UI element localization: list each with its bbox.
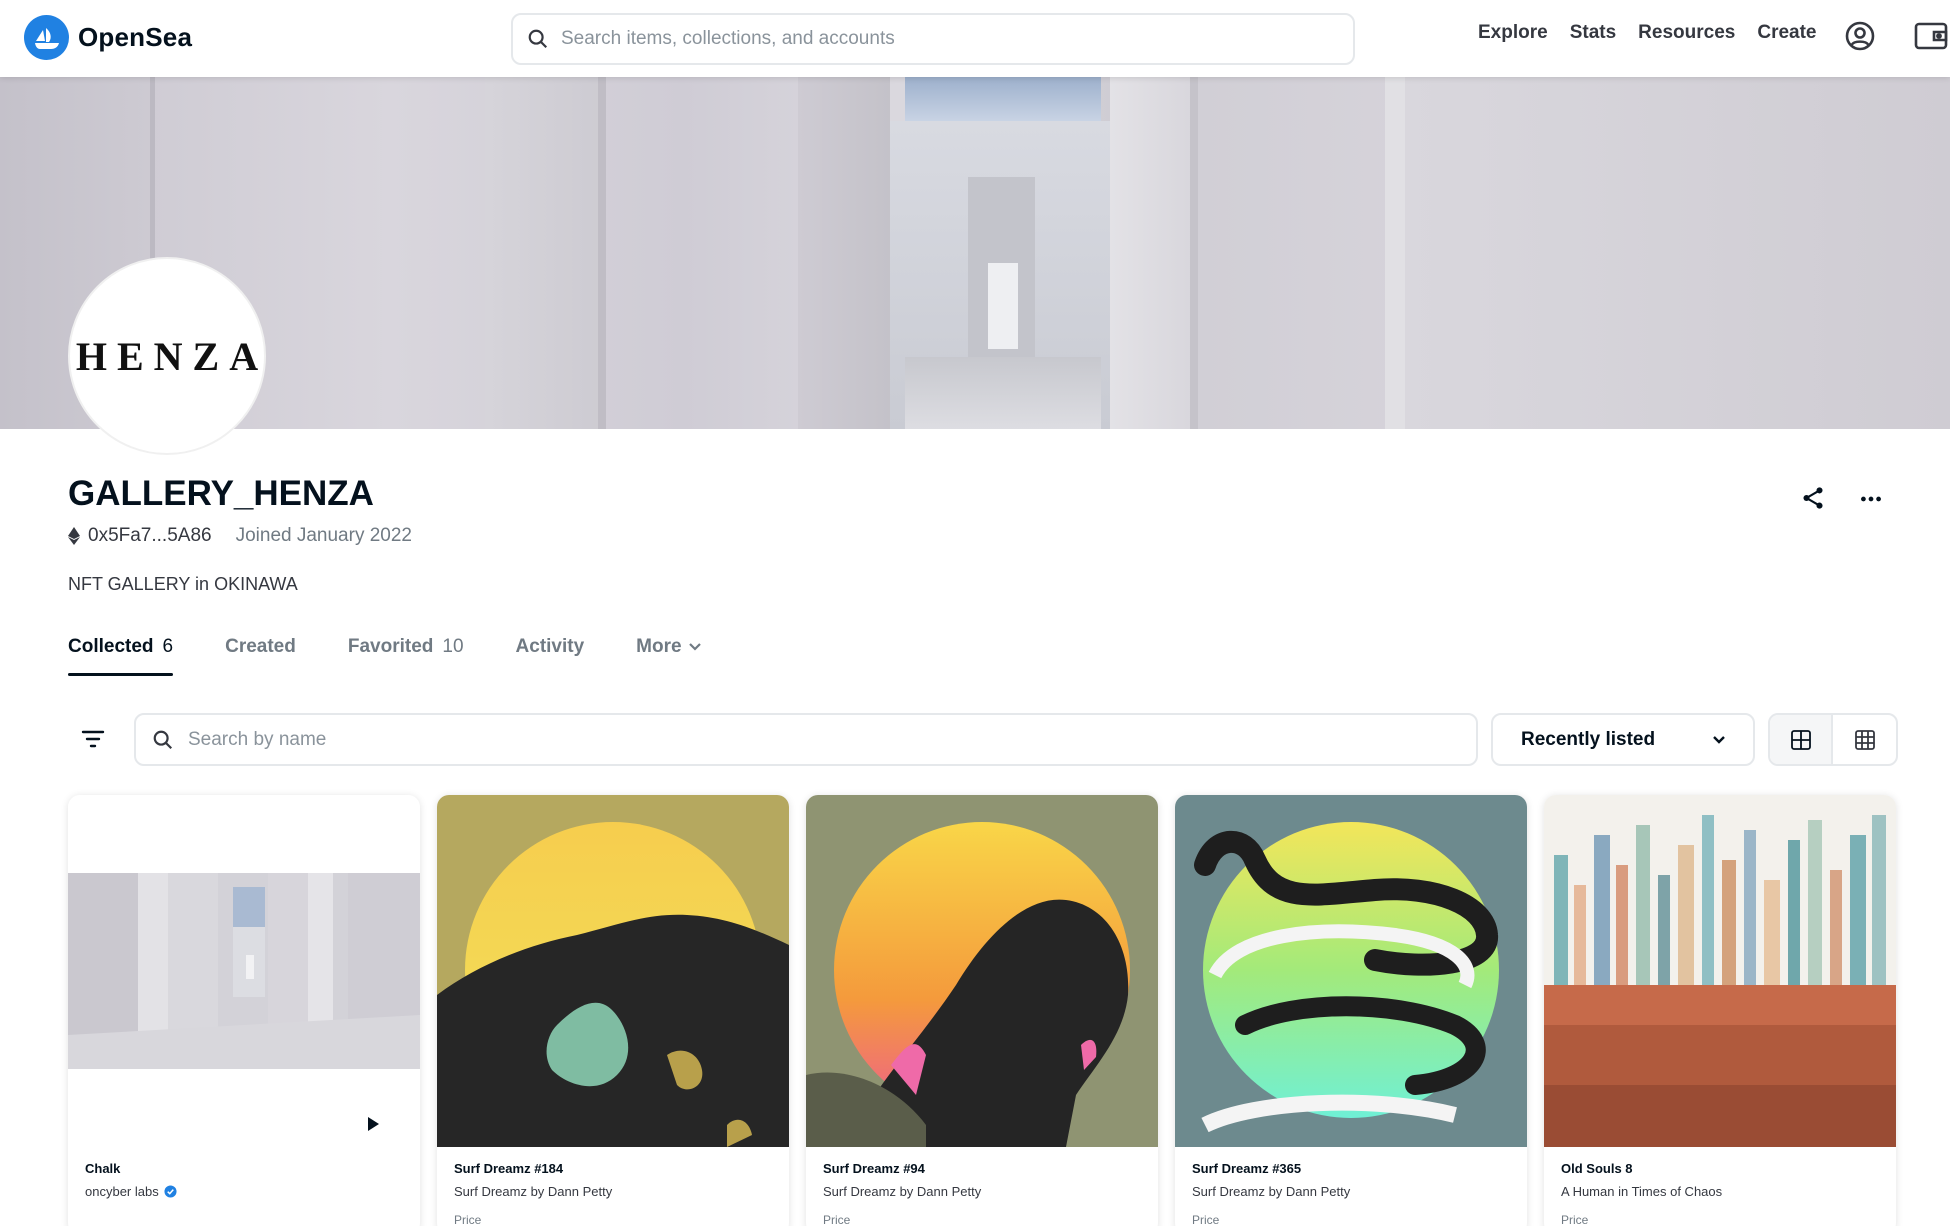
nav-explore[interactable]: Explore (1478, 22, 1548, 44)
nft-card-surf-dreamz-365[interactable]: Surf Dreamz #365 Surf Dreamz by Dann Pet… (1175, 795, 1527, 1226)
verified-badge-icon (164, 1185, 177, 1198)
play-icon (368, 1117, 379, 1131)
main-nav: Explore Stats Resources Create (1478, 22, 1839, 44)
tab-collected-count: 6 (162, 636, 174, 657)
joined-date: Joined January 2022 (235, 525, 413, 546)
item-search-placeholder: Search by name (188, 728, 327, 750)
tab-collected-label: Collected (68, 636, 154, 657)
grid-small-icon (1854, 729, 1875, 750)
nft-image-chalk (68, 795, 420, 1147)
nav-create[interactable]: Create (1757, 22, 1816, 44)
tab-favorited[interactable]: Favorited 10 (348, 636, 464, 676)
tab-activity-label: Activity (515, 636, 585, 657)
ellipsis-icon[interactable] (1858, 486, 1884, 517)
profile-name: GALLERY_HENZA (68, 474, 374, 513)
tab-created-label: Created (225, 636, 296, 657)
share-icon[interactable] (1800, 485, 1826, 516)
opensea-logo[interactable]: OpenSea (24, 15, 192, 60)
nft-title: Surf Dreamz #365 (1192, 1161, 1302, 1176)
nft-price-label: Price (1561, 1213, 1589, 1226)
nft-title: Old Souls 8 (1561, 1161, 1633, 1176)
filter-icon[interactable] (81, 728, 105, 755)
global-search-placeholder: Search items, collections, and accounts (561, 28, 895, 49)
tab-collected[interactable]: Collected 6 (68, 636, 174, 676)
nft-collection-name: Surf Dreamz by Dann Petty (823, 1184, 982, 1199)
nft-image-surf-dreamz-365 (1175, 795, 1527, 1147)
profile-avatar: HENZA (68, 257, 266, 455)
nft-collection-name: oncyber labs (85, 1184, 159, 1199)
sort-selected-value: Recently listed (1521, 728, 1656, 750)
item-search-input[interactable]: Search by name (134, 713, 1478, 766)
tab-more-label: More (636, 636, 682, 657)
nav-stats[interactable]: Stats (1570, 22, 1616, 44)
nft-collection-name: Surf Dreamz by Dann Petty (1192, 1184, 1351, 1199)
grid-large-icon (1790, 729, 1811, 750)
nft-card-old-souls-8[interactable]: Old Souls 8 A Human in Times of Chaos Pr… (1544, 795, 1896, 1226)
avatar-logo-text: HENZA (75, 333, 269, 379)
tab-favorited-label: Favorited (347, 636, 434, 657)
nft-card-surf-dreamz-184[interactable]: Surf Dreamz #184 Surf Dreamz by Dann Pet… (437, 795, 789, 1226)
search-icon (153, 730, 173, 749)
wallet-icon[interactable] (1914, 20, 1950, 57)
nft-title: Surf Dreamz #184 (454, 1161, 564, 1176)
nft-card-surf-dreamz-94[interactable]: Surf Dreamz #94 Surf Dreamz by Dann Pett… (806, 795, 1158, 1226)
nft-price-label: Price (454, 1213, 482, 1226)
chevron-down-icon (688, 643, 701, 651)
profile-tabs: Collected 6 Created Favorited 10 Activit… (68, 636, 754, 676)
nft-collection[interactable]: Surf Dreamz by Dann Petty (1192, 1184, 1510, 1199)
nft-image-surf-dreamz-94 (806, 795, 1158, 1147)
nav-resources[interactable]: Resources (1638, 22, 1735, 44)
ethereum-icon (68, 527, 80, 545)
sort-dropdown[interactable]: Recently listed (1491, 713, 1755, 766)
nft-image-surf-dreamz-184 (437, 795, 789, 1147)
nft-card-chalk[interactable]: Chalk oncyber labs (68, 795, 420, 1226)
top-navbar: OpenSea Search items, collections, and a… (0, 0, 1950, 77)
grid-large-button[interactable] (1770, 715, 1833, 764)
nft-collection[interactable]: oncyber labs (85, 1184, 403, 1199)
profile-meta: 0x5Fa7...5A86 Joined January 2022 (68, 525, 412, 547)
nft-collection-name: A Human in Times of Chaos (1561, 1184, 1723, 1199)
nft-title: Surf Dreamz #94 (823, 1161, 925, 1176)
nft-collection[interactable]: Surf Dreamz by Dann Petty (454, 1184, 772, 1199)
grid-view-toggle (1768, 713, 1898, 766)
nft-collection[interactable]: A Human in Times of Chaos (1561, 1184, 1879, 1199)
profile-bio: NFT GALLERY in OKINAWA (68, 574, 298, 594)
tab-more[interactable]: More (636, 636, 701, 676)
tab-activity[interactable]: Activity (516, 636, 585, 676)
wallet-address[interactable]: 0x5Fa7...5A86 (88, 525, 212, 547)
search-icon (528, 29, 548, 49)
nft-collection-name: Surf Dreamz by Dann Petty (454, 1184, 613, 1199)
chevron-down-icon (1713, 735, 1725, 744)
tab-favorited-count: 10 (442, 636, 464, 657)
nft-price-label: Price (1192, 1213, 1220, 1226)
brand-name: OpenSea (78, 22, 193, 52)
account-icon[interactable] (1844, 20, 1876, 57)
nft-image-old-souls-8 (1544, 795, 1896, 1147)
nft-title: Chalk (85, 1161, 121, 1176)
global-search-input[interactable]: Search items, collections, and accounts (511, 13, 1355, 65)
nft-price-label: Price (823, 1213, 851, 1226)
tab-created[interactable]: Created (225, 636, 296, 676)
grid-small-button[interactable] (1833, 715, 1896, 764)
profile-banner (0, 77, 1950, 429)
opensea-logo-icon (24, 15, 69, 60)
nft-collection[interactable]: Surf Dreamz by Dann Petty (823, 1184, 1141, 1199)
